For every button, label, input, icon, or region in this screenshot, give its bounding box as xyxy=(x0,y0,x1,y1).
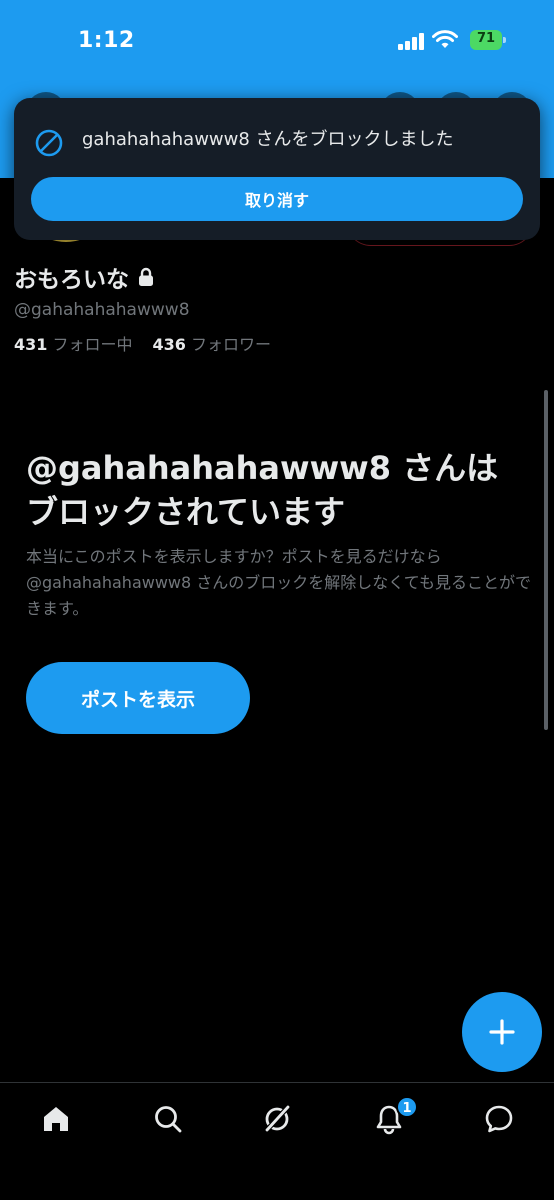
lock-icon xyxy=(139,267,153,286)
plus-icon xyxy=(489,1019,515,1045)
wifi-icon xyxy=(432,30,458,48)
home-icon xyxy=(44,1107,68,1131)
block-toast: gahahahahawww8 さんをブロックしました 取り消す xyxy=(14,98,540,240)
followers-count: 436 xyxy=(152,335,186,354)
compose-button[interactable] xyxy=(462,992,542,1072)
nav-grok[interactable] xyxy=(257,1099,297,1139)
messages-icon xyxy=(485,1105,513,1133)
battery-icon: 71 xyxy=(470,30,506,50)
grok-icon xyxy=(264,1105,290,1133)
notification-badge: 1 xyxy=(396,1096,418,1118)
scrollbar[interactable] xyxy=(544,390,548,730)
status-bar: 1:12 71 xyxy=(0,0,554,84)
blocked-title: @gahahahahawww8 さんはブロックされています xyxy=(26,449,499,531)
followers-link[interactable]: 436 フォロワー xyxy=(153,335,272,354)
nav-home[interactable] xyxy=(36,1099,76,1139)
followers-label: フォロワー xyxy=(191,335,272,354)
following-link[interactable]: 431 フォロー中 xyxy=(14,335,133,354)
toast-message: gahahahahawww8 さんをブロックしました xyxy=(82,129,454,150)
blocked-description: 本当にこのポストを表示しますか？ポストを見るだけなら @gahahahahaww… xyxy=(26,547,531,618)
following-count: 431 xyxy=(14,335,48,354)
status-time: 1:12 xyxy=(78,28,135,53)
display-name-text: おもろいな xyxy=(14,267,129,293)
nav-search[interactable] xyxy=(148,1099,188,1139)
bottom-nav: 1 xyxy=(0,1082,554,1200)
follow-counts: 431 フォロー中 436 フォロワー xyxy=(14,331,271,355)
search-icon xyxy=(155,1106,182,1133)
profile-display-name: おもろいな xyxy=(14,260,155,294)
show-posts-button[interactable]: ポストを表示 xyxy=(26,662,250,734)
nav-messages[interactable] xyxy=(479,1099,519,1139)
profile-handle: @gahahahahawww8 xyxy=(14,300,190,320)
undo-button[interactable]: 取り消す xyxy=(31,177,523,221)
block-icon xyxy=(35,129,63,157)
battery-level: 71 xyxy=(476,31,496,46)
cellular-signal-icon xyxy=(398,32,426,50)
following-label: フォロー中 xyxy=(52,335,133,354)
